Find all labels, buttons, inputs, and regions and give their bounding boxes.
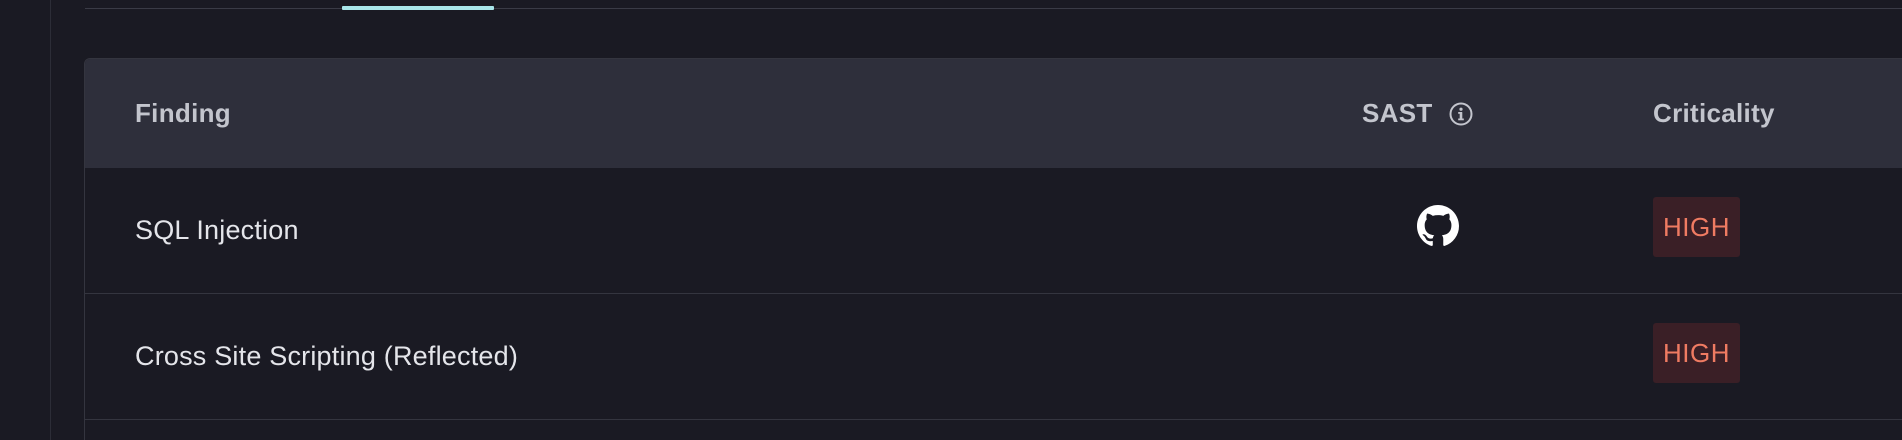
criticality-label: HIGH <box>1663 337 1730 368</box>
tab-strip <box>85 0 1902 10</box>
sast-cell <box>1413 168 1463 293</box>
finding-cell: SQL Injection <box>135 168 299 293</box>
sidebar-divider <box>50 0 51 440</box>
active-tab-indicator[interactable] <box>342 6 494 10</box>
finding-cell: Cross Site Scripting (Reflected) <box>135 294 518 419</box>
criticality-label: HIGH <box>1663 211 1730 242</box>
column-header-sast[interactable]: SAST <box>1362 59 1475 168</box>
column-header-finding-label: Finding <box>135 98 231 128</box>
column-header-sast-label: SAST <box>1362 98 1433 128</box>
github-icon[interactable] <box>1417 204 1459 247</box>
table-row[interactable]: SQL Injection HIGH <box>85 168 1902 294</box>
table-row[interactable]: Cross Site Scripting (Reflected) HIGH <box>85 294 1902 420</box>
findings-table: Finding SAST Criticality SQL Injection H… <box>84 58 1902 440</box>
column-header-criticality[interactable]: Criticality <box>1653 59 1775 168</box>
column-header-finding[interactable]: Finding <box>135 59 231 168</box>
page: Finding SAST Criticality SQL Injection H… <box>0 0 1902 440</box>
info-icon[interactable] <box>1447 100 1475 128</box>
criticality-badge: HIGH <box>1653 323 1740 383</box>
column-header-criticality-label: Criticality <box>1653 98 1775 128</box>
finding-name: Cross Site Scripting (Reflected) <box>135 341 519 371</box>
table-header: Finding SAST Criticality <box>85 59 1902 168</box>
finding-name: SQL Injection <box>135 215 299 245</box>
sast-cell <box>1413 294 1463 419</box>
criticality-badge: HIGH <box>1653 197 1740 257</box>
